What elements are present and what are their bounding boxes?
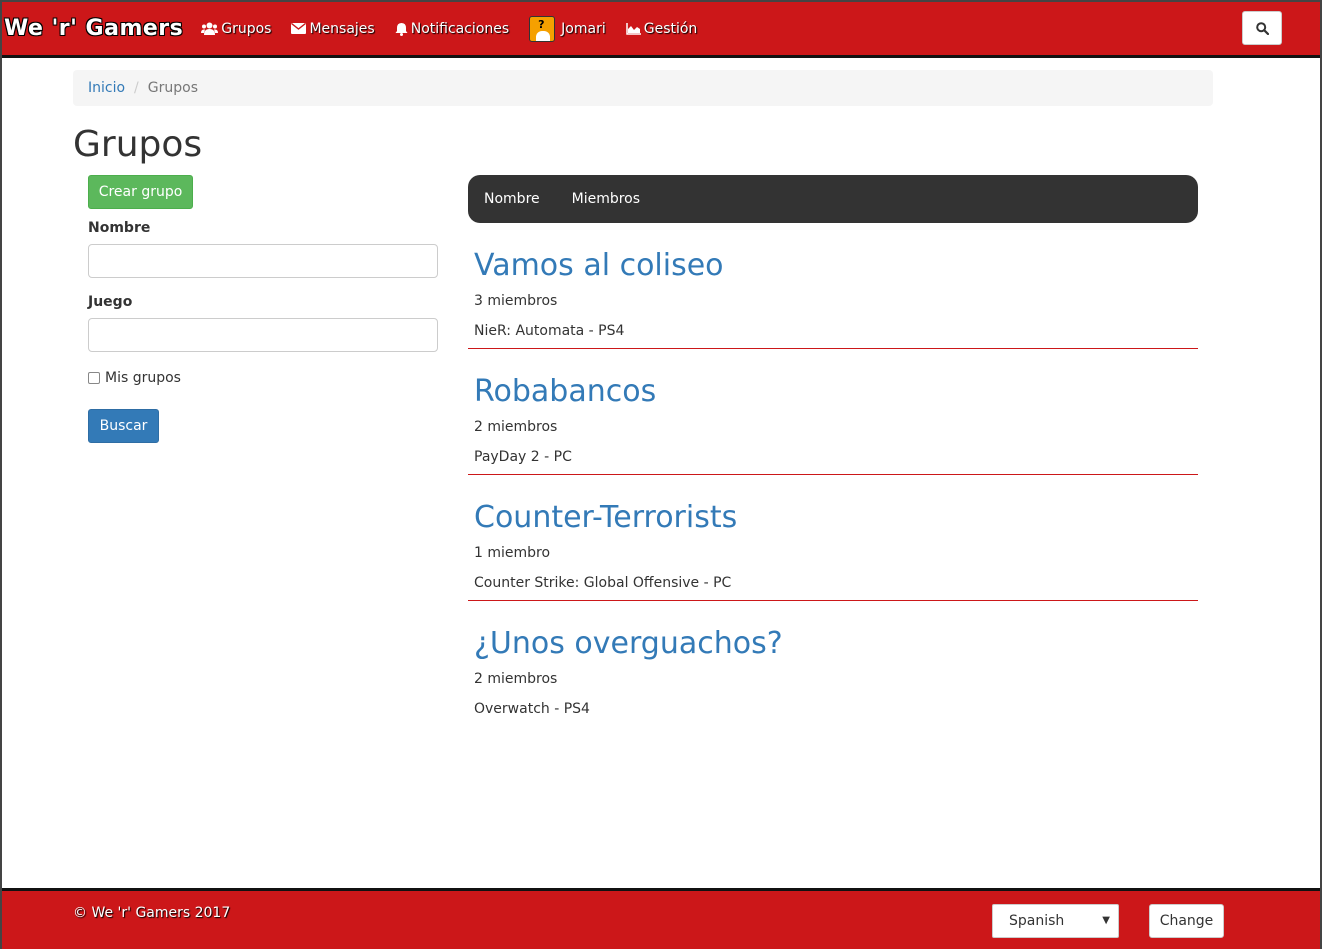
group-members: 2 miembros (474, 671, 558, 687)
nav-groups[interactable]: Grupos (201, 21, 271, 37)
language-selected: Spanish (1009, 913, 1065, 929)
list-item: Robabancos 2 miembros PayDay 2 - PC (468, 349, 1198, 475)
nav-management[interactable]: Gestión (625, 20, 698, 37)
game-filter-input[interactable] (88, 318, 438, 352)
group-members: 3 miembros (474, 293, 558, 309)
language-select[interactable]: Spanish ▼ (992, 904, 1119, 938)
group-name-link[interactable]: Vamos al coliseo (474, 248, 724, 283)
my-groups-label: Mis grupos (105, 370, 181, 386)
game-filter-label: Juego (88, 294, 133, 310)
group-game: PayDay 2 - PC (474, 449, 572, 465)
brand-logo[interactable]: We 'r' Gamers (2, 16, 183, 41)
sort-by-members[interactable]: Miembros (572, 191, 640, 207)
list-item: Counter-Terrorists 1 miembro Counter Str… (468, 475, 1198, 601)
avatar: ? (529, 15, 556, 42)
list-item: ¿Unos overguachos? 2 miembros Overwatch … (468, 601, 1198, 727)
nav-profile-label: Jomari (561, 20, 606, 37)
nav-groups-label: Grupos (221, 20, 272, 37)
envelope-icon (291, 23, 307, 34)
group-name-link[interactable]: Robabancos (474, 374, 656, 409)
area-chart-icon (625, 22, 641, 35)
nav-notifications-label: Notificaciones (410, 20, 510, 37)
breadcrumb: Inicio / Grupos (73, 70, 1213, 106)
group-name-link[interactable]: ¿Unos overguachos? (474, 626, 783, 661)
copyright-text: © We 'r' Gamers 2017 (73, 905, 231, 921)
caret-down-icon: ▼ (1102, 915, 1110, 926)
breadcrumb-current: Grupos (147, 80, 198, 96)
create-group-button[interactable]: Crear grupo (88, 175, 193, 209)
sort-bar: Nombre Miembros (468, 175, 1198, 223)
bell-icon (395, 22, 408, 36)
search-groups-button[interactable]: Buscar (88, 409, 159, 443)
search-button[interactable] (1242, 11, 1282, 45)
my-groups-row: Mis grupos (88, 370, 181, 386)
breadcrumb-home[interactable]: Inicio (88, 80, 125, 96)
group-game: Overwatch - PS4 (474, 701, 590, 717)
change-language-button[interactable]: Change (1149, 904, 1224, 938)
sort-by-name[interactable]: Nombre (484, 191, 540, 207)
nav-messages[interactable]: Mensajes (291, 20, 375, 37)
nav-notifications[interactable]: Notificaciones (395, 21, 509, 37)
group-game: NieR: Automata - PS4 (474, 323, 625, 339)
name-filter-label: Nombre (88, 220, 151, 236)
breadcrumb-separator: / (134, 80, 139, 96)
nav-messages-label: Mensajes (309, 20, 375, 37)
navbar: We 'r' Gamers Grupos Mensajes Notificaci… (2, 0, 1320, 58)
nav-management-label: Gestión (643, 20, 698, 37)
group-members: 1 miembro (474, 545, 551, 561)
users-icon (201, 22, 219, 35)
group-members: 2 miembros (474, 419, 558, 435)
name-filter-input[interactable] (88, 244, 438, 278)
my-groups-checkbox[interactable] (88, 372, 100, 384)
group-game: Counter Strike: Global Offensive - PC (474, 575, 732, 591)
footer: © We 'r' Gamers 2017 Spanish ▼ Change (2, 888, 1320, 949)
list-item: Vamos al coliseo 3 miembros NieR: Automa… (468, 223, 1198, 349)
group-name-link[interactable]: Counter-Terrorists (474, 500, 737, 535)
search-icon (1255, 21, 1269, 35)
page-title: Grupos (73, 124, 203, 165)
nav-profile[interactable]: ? Jomari (529, 15, 606, 42)
